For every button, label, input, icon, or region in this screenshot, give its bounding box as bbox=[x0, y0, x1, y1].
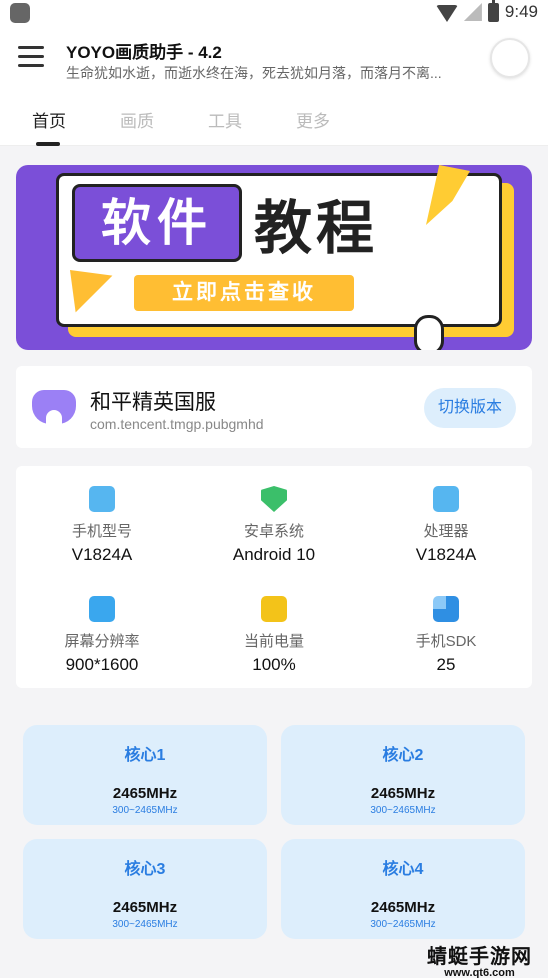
info-sdk: 手机SDK 25 bbox=[360, 596, 532, 675]
info-value: 900*1600 bbox=[65, 655, 139, 674]
pulse-icon bbox=[89, 596, 115, 622]
info-android-version: 安卓系统 Android 10 bbox=[188, 486, 360, 565]
wifi-icon bbox=[435, 5, 458, 22]
tab-more[interactable]: 更多 bbox=[296, 107, 330, 132]
tutorial-banner[interactable]: 软件 教程 立即点击查收 bbox=[16, 165, 532, 350]
core-frequency: 2465MHz bbox=[370, 785, 436, 802]
core-frequency: 2465MHz bbox=[370, 899, 436, 916]
info-value: V1824A bbox=[71, 545, 133, 564]
core-card-4[interactable]: 核心4 2465MHz 300~2465MHz bbox=[281, 839, 525, 939]
core-card-3[interactable]: 核心3 2465MHz 300~2465MHz bbox=[23, 839, 267, 939]
tab-home[interactable]: 首页 bbox=[32, 107, 66, 132]
status-icons: 9:49 bbox=[435, 0, 538, 22]
info-value: 25 bbox=[436, 655, 456, 674]
tab-quality[interactable]: 画质 bbox=[120, 107, 154, 132]
core-name: 核心1 bbox=[124, 747, 166, 764]
core-card-2[interactable]: 核心2 2465MHz 300~2465MHz bbox=[281, 725, 525, 825]
app-subtitle: 生命犹如水逝，而逝水终在海，死去犹如月落，而落月不离... bbox=[66, 65, 442, 81]
banner-cta: 立即点击查收 bbox=[134, 275, 354, 311]
info-label: 处理器 bbox=[423, 523, 469, 540]
banner-word-tutorial: 教程 bbox=[254, 196, 379, 261]
core-card-1[interactable]: 核心1 2465MHz 300~2465MHz bbox=[23, 725, 267, 825]
no-signal-icon bbox=[463, 3, 482, 21]
tab-indicator bbox=[36, 142, 60, 146]
core-name: 核心2 bbox=[382, 747, 424, 764]
info-processor: 处理器 V1824A bbox=[360, 486, 532, 565]
info-value: 100% bbox=[252, 655, 296, 674]
watermark: 蜻蜓手游网 www.qt6.com bbox=[427, 940, 532, 978]
battery-icon bbox=[261, 596, 287, 622]
core-range: 300~2465MHz bbox=[112, 805, 178, 816]
shield-icon bbox=[261, 486, 287, 512]
mouse-icon bbox=[414, 315, 444, 350]
notification-icon bbox=[10, 3, 30, 23]
tab-bar: 首页 画质 工具 更多 bbox=[0, 96, 548, 146]
core-frequency: 2465MHz bbox=[112, 785, 178, 802]
core-range: 300~2465MHz bbox=[112, 919, 178, 930]
menu-icon[interactable] bbox=[18, 46, 44, 68]
core-range: 300~2465MHz bbox=[370, 919, 436, 930]
core-frequency: 2465MHz bbox=[112, 899, 178, 916]
switch-version-button[interactable]: 切换版本 bbox=[424, 388, 516, 428]
status-time: 9:49 bbox=[504, 2, 538, 21]
tab-tools[interactable]: 工具 bbox=[208, 107, 242, 132]
avatar[interactable] bbox=[490, 38, 530, 78]
game-package: com.tencent.tmgp.pubgmhd bbox=[90, 416, 264, 432]
core-range: 300~2465MHz bbox=[370, 805, 436, 816]
app-title: YOYO画质助手 - 4.2 bbox=[66, 43, 222, 62]
game-name: 和平精英国服 bbox=[90, 391, 216, 414]
android-icon bbox=[89, 486, 115, 512]
core-name: 核心4 bbox=[382, 861, 424, 878]
pie-icon bbox=[433, 596, 459, 622]
info-label: 手机SDK bbox=[415, 633, 477, 650]
info-phone-model: 手机型号 V1824A bbox=[16, 486, 188, 565]
core-name: 核心3 bbox=[124, 861, 166, 878]
info-label: 屏幕分辨率 bbox=[64, 633, 140, 650]
game-card: 和平精英国服 com.tencent.tmgp.pubgmhd 切换版本 bbox=[16, 366, 532, 448]
info-label: 安卓系统 bbox=[243, 523, 304, 540]
info-label: 手机型号 bbox=[71, 523, 132, 540]
info-battery: 当前电量 100% bbox=[188, 596, 360, 675]
device-info-card: 手机型号 V1824A 安卓系统 Android 10 处理器 V1824A 屏… bbox=[16, 466, 532, 688]
info-resolution: 屏幕分辨率 900*1600 bbox=[16, 596, 188, 675]
app-header: YOYO画质助手 - 4.2 生命犹如水逝，而逝水终在海，死去犹如月落，而落月不… bbox=[0, 26, 548, 96]
banner-word-software: 软件 bbox=[72, 184, 242, 262]
status-bar: 9:49 bbox=[0, 0, 548, 26]
android-icon bbox=[433, 486, 459, 512]
info-value: Android 10 bbox=[232, 545, 316, 564]
info-label: 当前电量 bbox=[243, 633, 304, 650]
battery-status-icon bbox=[487, 0, 499, 22]
watermark-text: 蜻蜓手游网 bbox=[427, 946, 532, 968]
gamepad-icon bbox=[32, 390, 76, 424]
info-value: V1824A bbox=[415, 545, 477, 564]
